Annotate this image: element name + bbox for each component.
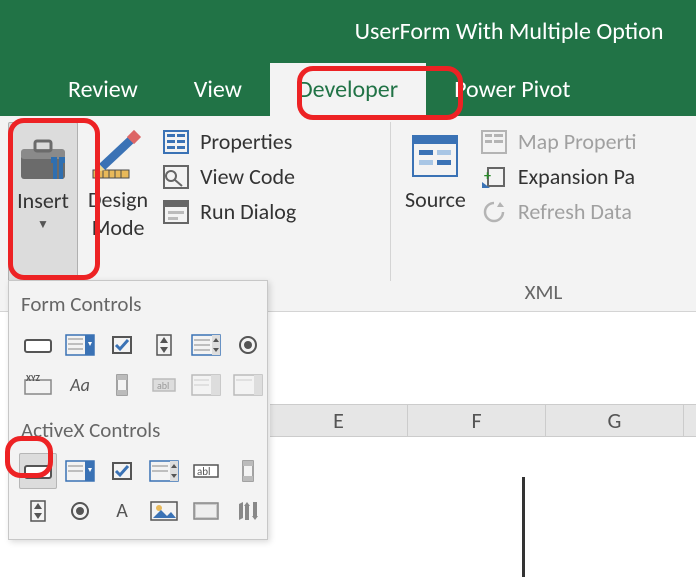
design-mode-icon bbox=[89, 128, 147, 184]
toolbox-icon bbox=[15, 129, 71, 185]
col-header-f[interactable]: F bbox=[408, 405, 546, 436]
expansion-packs-icon: + bbox=[480, 164, 508, 190]
col-header-g[interactable]: G bbox=[546, 405, 684, 436]
svg-text:abl: abl bbox=[197, 465, 211, 478]
activex-controls-grid: abl A bbox=[9, 449, 267, 533]
tab-view[interactable]: View bbox=[166, 63, 270, 116]
activex-checkbox-icon[interactable] bbox=[103, 453, 141, 489]
column-headers: E F G bbox=[270, 404, 696, 437]
activex-textbox-icon[interactable]: abl bbox=[187, 453, 225, 489]
group-label-xml: XML bbox=[391, 279, 696, 305]
activex-scrollbar-icon[interactable] bbox=[229, 453, 267, 489]
activex-togglebutton-icon[interactable] bbox=[187, 493, 225, 529]
form-textfield-disabled-icon: abl bbox=[145, 367, 183, 403]
ribbon-tab-bar: Review View Developer Power Pivot bbox=[0, 62, 696, 116]
form-groupbox-icon[interactable]: XYZ bbox=[19, 367, 57, 403]
form-combo-disabled-icon bbox=[187, 367, 225, 403]
activex-combobox-icon[interactable] bbox=[61, 453, 99, 489]
form-label-icon[interactable]: Aa bbox=[61, 367, 99, 403]
source-label: Source bbox=[405, 188, 466, 212]
source-icon bbox=[407, 128, 463, 184]
form-dropdown-disabled-icon bbox=[229, 367, 267, 403]
form-button-icon[interactable] bbox=[19, 327, 57, 363]
activex-image-icon[interactable] bbox=[145, 493, 183, 529]
activex-label-icon[interactable]: A bbox=[103, 493, 141, 529]
activex-morecontrols-icon[interactable] bbox=[229, 493, 267, 529]
run-dialog-button[interactable]: Run Dialog bbox=[162, 198, 296, 225]
svg-text:XYZ: XYZ bbox=[26, 374, 41, 384]
view-code-icon bbox=[162, 164, 190, 190]
run-dialog-icon bbox=[162, 199, 190, 225]
design-mode-label1: Design bbox=[88, 188, 148, 212]
svg-text:+: + bbox=[484, 167, 491, 184]
form-spinbutton-icon[interactable] bbox=[145, 327, 183, 363]
view-code-button[interactable]: View Code bbox=[162, 163, 296, 190]
form-combobox-icon[interactable] bbox=[61, 327, 99, 363]
form-scrollbar-icon[interactable] bbox=[103, 367, 141, 403]
map-properties-icon bbox=[480, 129, 508, 155]
activex-listbox-icon[interactable] bbox=[145, 453, 183, 489]
activex-controls-header: ActiveX Controls bbox=[9, 407, 267, 449]
refresh-icon bbox=[480, 199, 508, 225]
form-listbox-icon[interactable] bbox=[187, 327, 225, 363]
title-text: UserForm With Multiple Option bbox=[355, 17, 664, 46]
refresh-data-button[interactable]: Refresh Data bbox=[480, 198, 637, 225]
col-header-e[interactable]: E bbox=[270, 405, 408, 436]
chevron-down-icon: ▼ bbox=[37, 217, 49, 232]
cell-area[interactable] bbox=[270, 437, 696, 577]
insert-dropdown: Form Controls XYZ Aa abl ActiveX Control… bbox=[8, 280, 268, 540]
properties-icon bbox=[162, 129, 190, 155]
form-controls-header: Form Controls bbox=[9, 281, 267, 323]
title-bar: UserForm With Multiple Option bbox=[0, 0, 696, 62]
properties-button[interactable]: Properties bbox=[162, 128, 296, 155]
tab-review[interactable]: Review bbox=[40, 63, 166, 116]
form-checkbox-icon[interactable] bbox=[103, 327, 141, 363]
worksheet-area[interactable]: E F G bbox=[270, 404, 696, 570]
form-controls-grid: XYZ Aa abl bbox=[9, 323, 267, 407]
activex-spinbutton-icon[interactable] bbox=[19, 493, 57, 529]
design-mode-label2: Mode bbox=[92, 216, 145, 240]
expansion-packs-button[interactable]: + Expansion Pa bbox=[480, 163, 637, 190]
map-properties-button[interactable]: Map Properti bbox=[480, 128, 637, 155]
text-cursor bbox=[522, 477, 525, 577]
svg-text:abl: abl bbox=[157, 379, 169, 392]
insert-label: Insert bbox=[17, 189, 69, 213]
activex-commandbutton-icon[interactable] bbox=[19, 453, 57, 489]
form-optionbutton-icon[interactable] bbox=[229, 327, 267, 363]
tab-developer[interactable]: Developer bbox=[270, 63, 426, 116]
activex-optionbutton-icon[interactable] bbox=[61, 493, 99, 529]
tab-power-pivot[interactable]: Power Pivot bbox=[426, 63, 598, 116]
group-xml: Source Map Properti + bbox=[391, 116, 696, 311]
